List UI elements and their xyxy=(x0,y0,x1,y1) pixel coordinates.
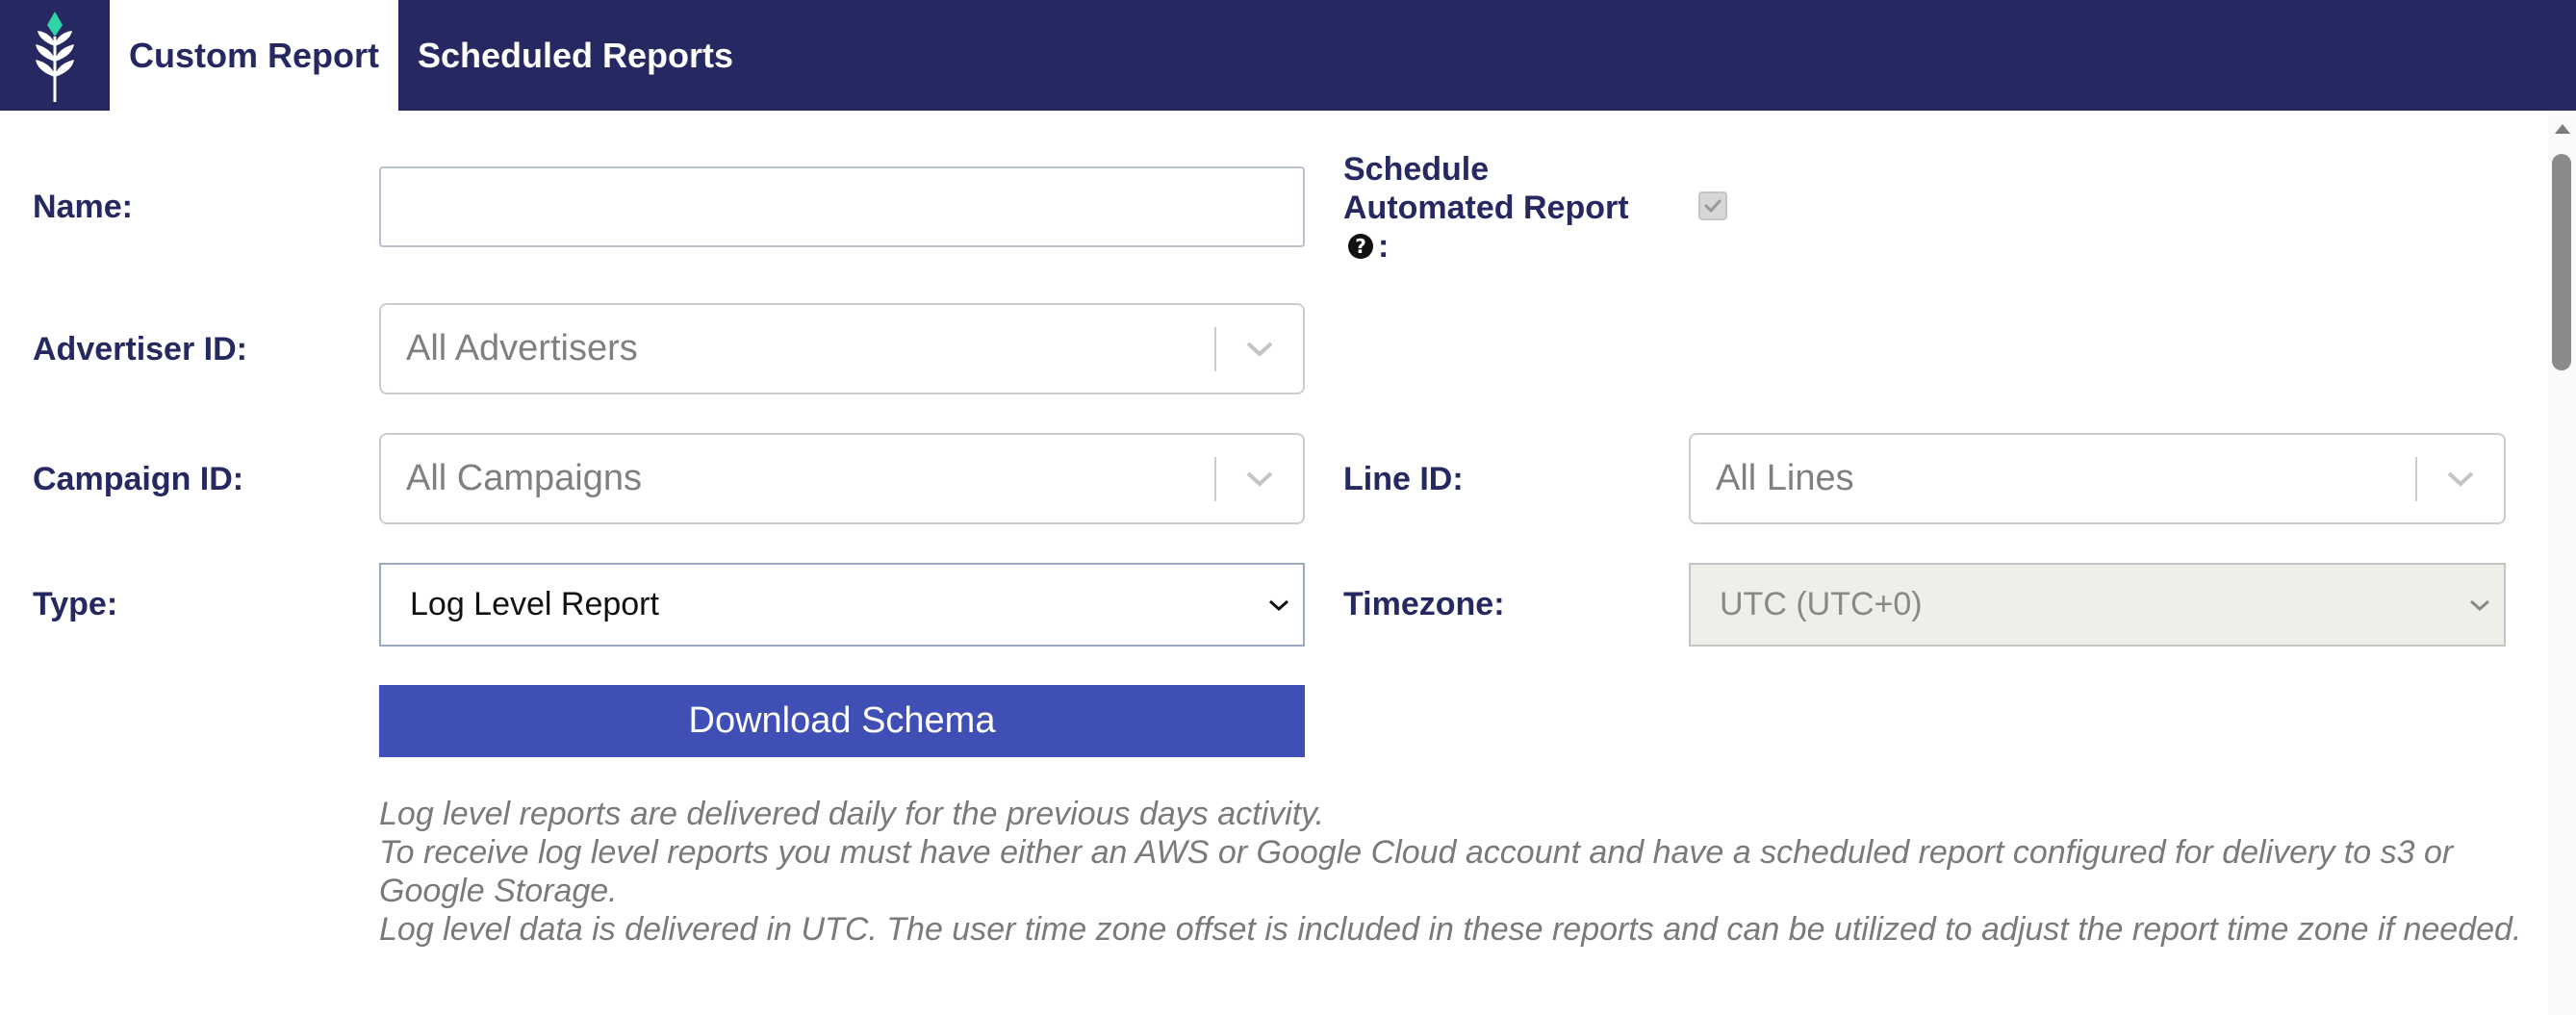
schedule-label-line2: Automated Report xyxy=(1343,190,1629,226)
schedule-automated-report-label: Schedule Automated Report ? : xyxy=(1343,150,1629,266)
tab-scheduled-reports[interactable]: Scheduled Reports xyxy=(398,0,783,111)
scroll-up-arrow-icon[interactable] xyxy=(2552,117,2573,139)
chevron-down-icon xyxy=(2456,597,2504,613)
timezone-select-value: UTC (UTC+0) xyxy=(1720,586,1923,622)
note-line: Log level data is delivered in UTC. The … xyxy=(379,911,2522,948)
schedule-automated-report-checkbox[interactable] xyxy=(1698,191,1727,220)
campaign-id-label: Campaign ID: xyxy=(33,461,244,497)
tab-custom-report[interactable]: Custom Report xyxy=(110,0,398,111)
schedule-label-suffix: : xyxy=(1378,228,1390,265)
log-level-notes: Log level reports are delivered daily fo… xyxy=(379,795,2525,949)
question-circle-icon[interactable]: ? xyxy=(1347,233,1374,260)
timezone-select[interactable]: UTC (UTC+0) xyxy=(1689,563,2506,647)
type-select[interactable]: Log Level Report xyxy=(379,563,1305,647)
advertiser-id-label: Advertiser ID: xyxy=(33,331,247,368)
name-label: Name: xyxy=(33,189,133,225)
chevron-down-icon[interactable] xyxy=(1216,435,1303,522)
download-schema-button[interactable]: Download Schema xyxy=(379,685,1305,757)
type-select-value: Log Level Report xyxy=(410,586,659,622)
tab-custom-report-label: Custom Report xyxy=(129,35,379,75)
tab-scheduled-reports-label: Scheduled Reports xyxy=(418,35,734,75)
note-line: To receive log level reports you must ha… xyxy=(379,834,2454,909)
chevron-down-icon[interactable] xyxy=(1216,305,1303,393)
svg-text:?: ? xyxy=(1355,235,1366,258)
advertiser-select-placeholder: All Advertisers xyxy=(406,328,638,368)
chevron-down-icon xyxy=(1255,597,1303,613)
line-id-label: Line ID: xyxy=(1343,461,1464,497)
advertiser-select[interactable]: All Advertisers xyxy=(379,303,1305,394)
app-logo[interactable] xyxy=(0,0,110,111)
checkmark-icon xyxy=(1704,199,1722,213)
campaign-select-placeholder: All Campaigns xyxy=(406,458,642,498)
wheat-leaf-logo-icon xyxy=(36,11,74,102)
type-label: Type: xyxy=(33,586,118,622)
timezone-label: Timezone: xyxy=(1343,586,1505,622)
schedule-label-line1: Schedule xyxy=(1343,151,1490,188)
scrollbar-thumb[interactable] xyxy=(2552,154,2571,370)
line-select[interactable]: All Lines xyxy=(1689,433,2506,524)
note-line: Log level reports are delivered daily fo… xyxy=(379,796,1325,832)
line-select-placeholder: All Lines xyxy=(1716,458,1854,498)
name-input[interactable] xyxy=(379,166,1305,247)
campaign-select[interactable]: All Campaigns xyxy=(379,433,1305,524)
chevron-down-icon[interactable] xyxy=(2417,435,2504,522)
